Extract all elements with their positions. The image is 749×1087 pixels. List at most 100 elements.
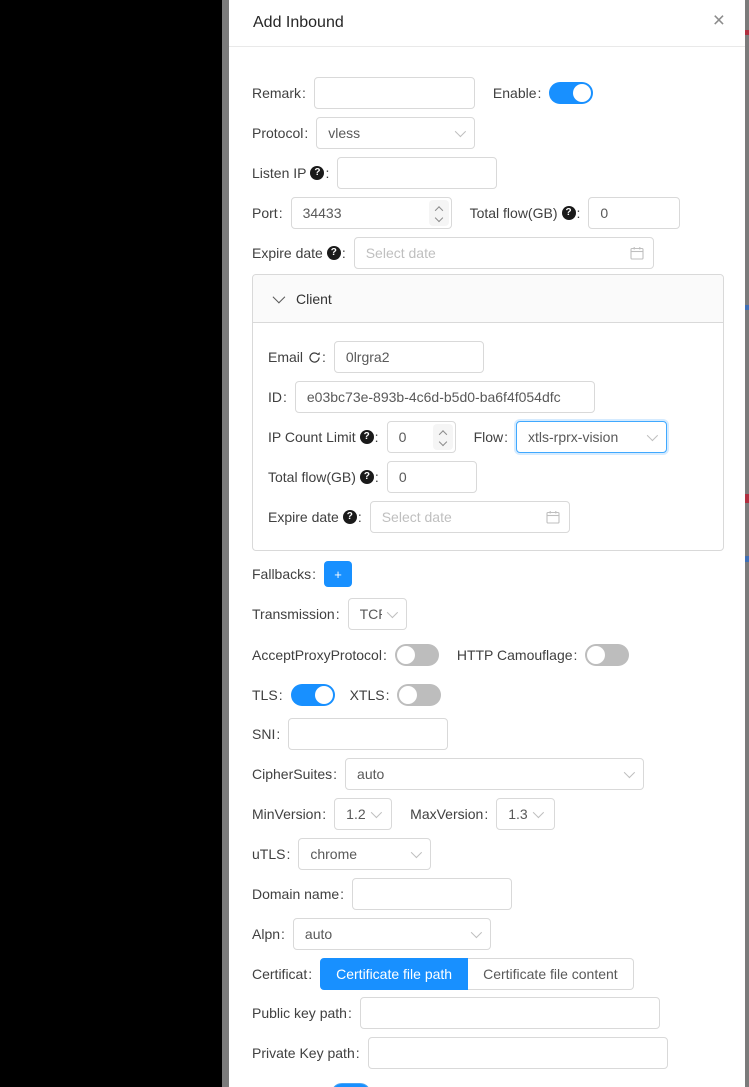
chevron-down-icon xyxy=(273,291,286,304)
enable-label: Enable xyxy=(493,85,537,101)
number-spinner[interactable] xyxy=(429,200,449,226)
toggle-knob xyxy=(397,646,415,664)
client-panel-header[interactable]: Client xyxy=(253,275,723,323)
chevron-down-icon xyxy=(411,847,422,858)
page-backdrop-black xyxy=(0,0,222,1087)
accept-proxy-protocol-label: AcceptProxyProtocol xyxy=(252,647,382,663)
id-label: ID xyxy=(268,389,282,405)
cipher-suites-label: CipherSuites xyxy=(252,766,332,782)
remark-label: Remark xyxy=(252,85,301,101)
total-flow-label: Total flow(GB) xyxy=(470,205,558,221)
email-input[interactable] xyxy=(334,341,484,373)
tls-toggle[interactable] xyxy=(291,684,335,706)
spinner-down-icon[interactable] xyxy=(434,213,442,221)
flow-label: Flow xyxy=(474,429,504,445)
chevron-down-icon xyxy=(471,927,482,938)
enable-toggle[interactable] xyxy=(549,82,593,104)
expire-date-picker[interactable] xyxy=(354,237,654,269)
alpn-select[interactable]: auto xyxy=(293,918,491,950)
close-icon[interactable]: × xyxy=(713,10,725,31)
alpn-label: Alpn xyxy=(252,926,280,942)
port-number-input[interactable] xyxy=(291,197,452,229)
backdrop-artifact xyxy=(745,305,749,310)
chevron-down-icon xyxy=(647,430,658,441)
client-expire-date-picker[interactable] xyxy=(370,501,570,533)
xtls-toggle[interactable] xyxy=(397,684,441,706)
help-icon[interactable]: ? xyxy=(327,246,341,260)
dimmed-page-strip-left xyxy=(222,0,229,1087)
modal-title: Add Inbound xyxy=(253,14,344,32)
calendar-icon xyxy=(546,510,560,527)
domain-name-input[interactable] xyxy=(352,878,512,910)
remark-input[interactable] xyxy=(314,77,475,109)
sni-label: SNI xyxy=(252,726,275,742)
id-input[interactable] xyxy=(295,381,595,413)
max-version-label: MaxVersion xyxy=(410,806,483,822)
toggle-knob xyxy=(573,84,591,102)
help-icon[interactable]: ? xyxy=(562,206,576,220)
calendar-icon xyxy=(630,246,644,263)
client-total-flow-input[interactable] xyxy=(387,461,477,493)
expire-date-label: Expire date xyxy=(252,245,323,261)
http-camouflage-toggle[interactable] xyxy=(585,644,629,666)
chevron-down-icon xyxy=(624,767,635,778)
max-version-select[interactable]: 1.3 xyxy=(496,798,555,830)
fallbacks-label: Fallbacks xyxy=(252,566,311,582)
total-flow-input[interactable] xyxy=(588,197,680,229)
help-icon[interactable]: ? xyxy=(360,470,374,484)
certificate-file-path-button[interactable]: Certificate file path xyxy=(320,958,468,990)
private-key-path-input[interactable] xyxy=(368,1037,668,1069)
partial-toggle[interactable] xyxy=(331,1083,371,1087)
client-panel: Client Email : ID: IP Count Limit ?: xyxy=(252,274,724,551)
min-version-select[interactable]: 1.2 xyxy=(334,798,392,830)
listen-ip-label: Listen IP xyxy=(252,165,306,181)
private-key-path-label: Private Key path xyxy=(252,1045,355,1061)
transmission-label: Transmission xyxy=(252,606,335,622)
backdrop-artifact xyxy=(745,30,749,35)
certificate-file-content-button[interactable]: Certificate file content xyxy=(468,958,634,990)
client-panel-title: Client xyxy=(296,291,332,307)
transmission-select[interactable]: TCP xyxy=(348,598,407,630)
port-label: Port xyxy=(252,205,278,221)
protocol-select[interactable]: vless xyxy=(316,117,475,149)
backdrop-artifact xyxy=(745,494,749,503)
domain-name-label: Domain name xyxy=(252,886,339,902)
certificate-mode-group: Certificate file path Certificate file c… xyxy=(320,958,634,990)
http-camouflage-label: HTTP Camouflage xyxy=(457,647,573,663)
toggle-knob xyxy=(399,686,417,704)
add-inbound-modal: Add Inbound × Remark: Enable: Protocol: … xyxy=(229,0,745,1087)
number-spinner[interactable] xyxy=(433,424,453,450)
refresh-icon[interactable] xyxy=(308,351,321,364)
min-version-label: MinVersion xyxy=(252,806,321,822)
toggle-knob xyxy=(315,686,333,704)
chevron-down-icon xyxy=(386,607,397,618)
sni-input[interactable] xyxy=(288,718,448,750)
client-total-flow-label: Total flow(GB) xyxy=(268,469,356,485)
utls-label: uTLS xyxy=(252,846,285,862)
chevron-down-icon xyxy=(370,807,381,818)
flow-select[interactable]: xtls-rprx-vision xyxy=(516,421,667,453)
xtls-label: XTLS xyxy=(350,687,385,703)
client-expire-date-label: Expire date xyxy=(268,509,339,525)
chevron-down-icon xyxy=(455,126,466,137)
tls-label: TLS xyxy=(252,687,278,703)
listen-ip-input[interactable] xyxy=(337,157,497,189)
utls-select[interactable]: chrome xyxy=(298,838,431,870)
accept-proxy-protocol-toggle[interactable] xyxy=(395,644,439,666)
spinner-down-icon[interactable] xyxy=(438,437,446,445)
email-label: Email xyxy=(268,349,303,365)
public-key-path-label: Public key path xyxy=(252,1005,347,1021)
public-key-path-input[interactable] xyxy=(360,997,660,1029)
help-icon[interactable]: ? xyxy=(343,510,357,524)
backdrop-artifact xyxy=(745,556,749,562)
dimmed-page-strip-right xyxy=(745,0,749,1087)
ip-count-limit-label: IP Count Limit xyxy=(268,429,356,445)
add-fallback-button[interactable]: + xyxy=(324,561,352,587)
cipher-suites-select[interactable]: auto xyxy=(345,758,644,790)
ip-count-limit-number-input[interactable] xyxy=(387,421,456,453)
modal-header: Add Inbound × xyxy=(229,0,745,47)
help-icon[interactable]: ? xyxy=(360,430,374,444)
chevron-down-icon xyxy=(532,807,543,818)
client-panel-body: Email : ID: IP Count Limit ?: xyxy=(253,323,723,533)
help-icon[interactable]: ? xyxy=(310,166,324,180)
